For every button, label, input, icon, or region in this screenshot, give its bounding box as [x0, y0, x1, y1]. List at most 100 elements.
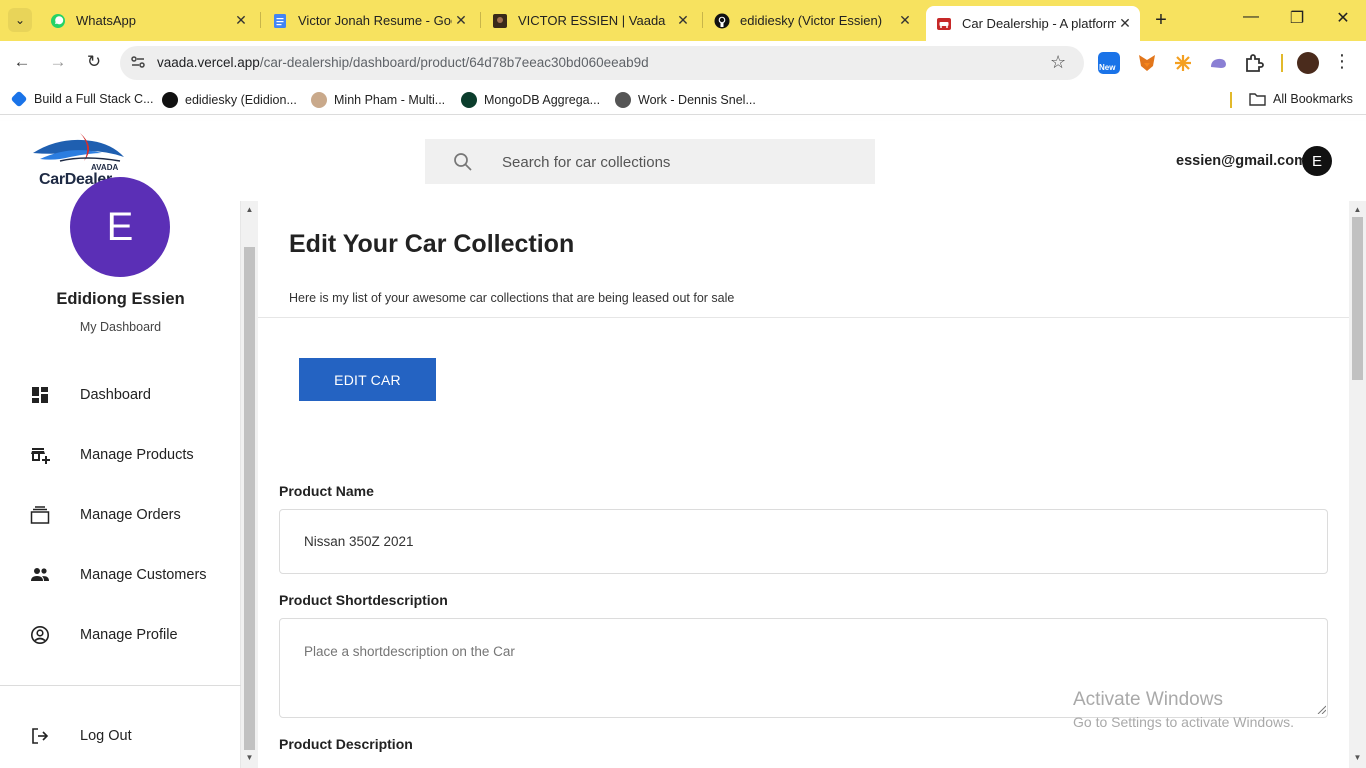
sidebar-item-label: Dashboard [80, 387, 151, 403]
bookmark-label: MongoDB Aggrega... [484, 93, 601, 107]
activate-windows-title: Activate Windows [1073, 689, 1223, 710]
edit-car-button[interactable]: EDIT CAR [299, 358, 436, 401]
puzzle-extensions-icon[interactable] [1243, 52, 1265, 74]
tab-whatsapp[interactable]: WhatsApp ✕ [40, 6, 256, 35]
orders-stack-icon [30, 506, 50, 524]
tab-resume[interactable]: Victor Jonah Resume - Goo ✕ [262, 6, 476, 35]
scroll-down-icon[interactable]: ▼ [241, 753, 258, 762]
scroll-up-icon[interactable]: ▲ [241, 205, 258, 214]
tab-title: VICTOR ESSIEN | Vaada [518, 13, 666, 28]
sidebar-item-manage-customers[interactable]: Manage Customers [30, 562, 207, 588]
resize-grip-icon[interactable] [1316, 704, 1326, 714]
url-text[interactable]: vaada.vercel.app/car-dealership/dashboar… [157, 55, 649, 70]
url-host: vaada.vercel.app [157, 55, 260, 70]
whatsapp-icon [51, 13, 65, 28]
profile-avatar-icon[interactable] [1297, 52, 1319, 74]
bookmark-star-icon[interactable]: ☆ [1050, 52, 1066, 73]
bookmark-label: Build a Full Stack C... [34, 92, 154, 106]
avatar-icon [615, 92, 631, 108]
bookmark-item[interactable]: Work - Dennis Snel... [615, 92, 756, 108]
product-name-label: Product Name [279, 483, 374, 499]
tab-title: Victor Jonah Resume - Goo [298, 13, 452, 28]
spark-extension-icon[interactable] [1172, 52, 1194, 74]
mongodb-leaf-icon [461, 92, 477, 108]
tab-title: Car Dealership - A platform [962, 16, 1116, 31]
account-circle-icon [31, 626, 49, 644]
sidebar-item-label: Manage Products [80, 447, 194, 463]
sidebar-item-manage-profile[interactable]: Manage Profile [30, 622, 178, 648]
profile-name: Edidiong Essien [56, 290, 185, 308]
tab-github[interactable]: edidiesky (Victor Essien) ✕ [704, 6, 920, 35]
scrollbar-thumb[interactable] [244, 247, 255, 750]
reload-icon[interactable]: ↻ [82, 52, 106, 74]
page-subtitle: Here is my list of your awesome car coll… [289, 291, 735, 305]
close-icon[interactable]: ✕ [674, 12, 692, 29]
metamask-fox-icon[interactable] [1136, 52, 1158, 74]
close-icon[interactable]: ✕ [896, 12, 914, 29]
bookmark-item[interactable]: MongoDB Aggrega... [461, 92, 600, 108]
close-icon[interactable]: ✕ [1116, 15, 1134, 32]
user-avatar[interactable]: E [1302, 146, 1332, 176]
sidebar-item-dashboard[interactable]: Dashboard [30, 382, 151, 408]
sidebar-divider [0, 685, 241, 686]
bookmark-label: Minh Pham - Multi... [334, 93, 446, 107]
sidebar-item-logout[interactable]: Log Out [30, 723, 132, 749]
bookmark-item[interactable]: Minh Pham - Multi... [311, 92, 445, 108]
search-input[interactable] [502, 151, 862, 173]
activate-windows-subtitle: Go to Settings to activate Windows. [1073, 714, 1294, 730]
people-icon [31, 568, 49, 581]
product-description-label: Product Description [279, 736, 413, 752]
restore-icon[interactable]: ❐ [1282, 8, 1312, 28]
sidebar-scrollbar[interactable]: ▲ ▼ [241, 201, 258, 768]
scroll-down-icon[interactable]: ▼ [1349, 753, 1366, 762]
toolbar-separator [1281, 54, 1283, 72]
tab-vaada[interactable]: VICTOR ESSIEN | Vaada ✕ [482, 6, 698, 35]
sidebar-item-label: Manage Customers [80, 567, 207, 583]
tab-title: edidiesky (Victor Essien) [740, 13, 883, 28]
tab-search-icon[interactable]: ⌄ [8, 8, 32, 32]
tab-separator [260, 12, 261, 28]
dashboard-icon [32, 387, 48, 403]
close-icon[interactable]: ✕ [452, 12, 470, 29]
extension-new-icon[interactable]: New [1098, 52, 1120, 74]
tab-separator [702, 12, 703, 28]
cloud-extension-icon[interactable] [1207, 52, 1229, 74]
more-vertical-icon[interactable]: ⋮ [1333, 51, 1351, 72]
tab-title: WhatsApp [76, 13, 136, 28]
tab-separator [480, 12, 481, 28]
sidebar-item-label: Manage Profile [80, 627, 178, 643]
scroll-up-icon[interactable]: ▲ [1349, 205, 1366, 214]
close-icon[interactable]: ✕ [232, 12, 250, 29]
avatar-icon [311, 92, 327, 108]
github-icon [714, 13, 730, 28]
sidebar-item-label: Manage Orders [80, 507, 181, 523]
new-tab-icon[interactable]: + [1150, 9, 1172, 32]
bookmark-label: edidiesky (Edidion... [185, 93, 297, 107]
site-settings-icon[interactable] [130, 54, 146, 70]
sidebar-item-manage-products[interactable]: Manage Products [30, 442, 194, 468]
product-shortdescription-label: Product Shortdescription [279, 592, 448, 608]
store-add-icon [31, 448, 50, 464]
bookmark-item[interactable]: Build a Full Stack C... [10, 90, 154, 108]
all-bookmarks-label: All Bookmarks [1273, 92, 1353, 106]
all-bookmarks[interactable]: All Bookmarks [1249, 92, 1353, 106]
page-scrollbar[interactable]: ▲ ▼ [1349, 201, 1366, 768]
diamond-icon [10, 90, 28, 108]
vaada-icon [493, 13, 507, 28]
logout-icon [32, 728, 49, 744]
user-email[interactable]: essien@gmail.com [1176, 153, 1307, 169]
sidebar-item-manage-orders[interactable]: Manage Orders [30, 502, 181, 528]
back-arrow-icon[interactable]: ← [10, 52, 34, 74]
profile-subtitle: My Dashboard [79, 320, 162, 334]
bookmark-item[interactable]: edidiesky (Edidion... [162, 92, 297, 108]
tab-car-dealership[interactable]: Car Dealership - A platform ✕ [926, 6, 1140, 41]
profile-avatar: E [70, 177, 170, 277]
new-badge: New [1099, 63, 1116, 72]
scrollbar-thumb[interactable] [1352, 217, 1363, 380]
forward-arrow-icon[interactable]: → [46, 52, 70, 74]
close-window-icon[interactable]: ✕ [1328, 8, 1358, 28]
folder-icon [1249, 93, 1266, 106]
minimize-icon[interactable]: — [1236, 8, 1266, 26]
car-dealer-icon [937, 17, 951, 30]
product-name-input[interactable] [279, 509, 1328, 574]
